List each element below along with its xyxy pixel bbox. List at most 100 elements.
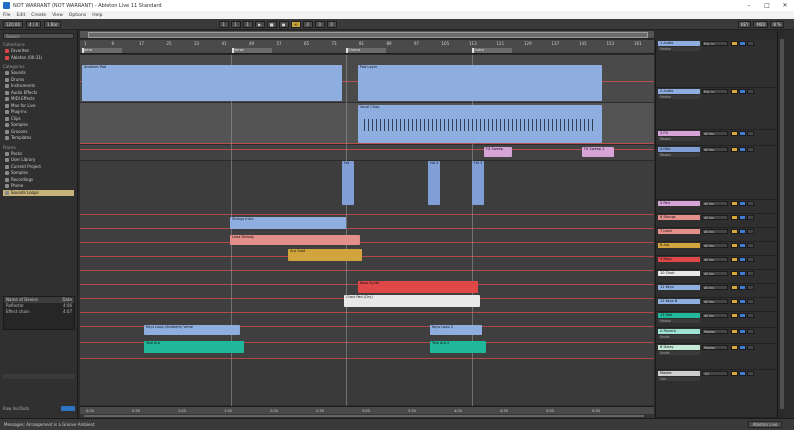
song-position-beat[interactable]: 1 bbox=[230, 20, 241, 28]
track-name[interactable]: 3 FX bbox=[658, 131, 700, 136]
track-lane[interactable] bbox=[80, 229, 654, 243]
track-name[interactable]: 12 Keys B bbox=[658, 299, 700, 304]
track-lane[interactable] bbox=[80, 257, 654, 271]
track-lane[interactable] bbox=[80, 243, 654, 257]
key-map-button[interactable]: KEY bbox=[737, 21, 752, 28]
track-name[interactable]: 7 Lead bbox=[658, 229, 700, 234]
status-right-button[interactable]: Ableton Live bbox=[748, 421, 782, 428]
arm-button[interactable] bbox=[747, 131, 754, 136]
preview-strip[interactable] bbox=[3, 374, 75, 379]
track-name[interactable]: 9 Bass bbox=[658, 257, 700, 262]
track-activator-button[interactable] bbox=[731, 41, 738, 46]
track-activator-button[interactable] bbox=[731, 147, 738, 152]
automation-line[interactable] bbox=[80, 149, 654, 150]
track-name[interactable]: B Delay bbox=[658, 345, 700, 350]
solo-button[interactable] bbox=[739, 257, 746, 262]
automation-line[interactable] bbox=[80, 270, 654, 271]
minimize-button[interactable]: – bbox=[740, 0, 758, 11]
locator-marker[interactable]: Intro bbox=[82, 48, 122, 53]
track-name[interactable]: 4 Hits bbox=[658, 147, 700, 152]
track-activator-button[interactable] bbox=[731, 313, 738, 318]
solo-button[interactable] bbox=[739, 41, 746, 46]
output-chooser[interactable]: Master bbox=[658, 47, 700, 51]
arm-button[interactable] bbox=[747, 271, 754, 276]
track-activator-button[interactable] bbox=[731, 89, 738, 94]
arrangement-clip[interactable]: Bass Synth bbox=[358, 281, 478, 293]
arrangement-clip[interactable]: Arp Gold bbox=[288, 249, 362, 261]
locator-marker[interactable]: Outro bbox=[472, 48, 512, 53]
track-activator-button[interactable] bbox=[731, 229, 738, 234]
automation-line[interactable] bbox=[80, 228, 654, 229]
arrangement-clip[interactable]: Lead Melody bbox=[230, 235, 360, 245]
track-activator-button[interactable] bbox=[731, 345, 738, 350]
solo-button[interactable] bbox=[739, 271, 746, 276]
menu-view[interactable]: View bbox=[52, 13, 63, 18]
preview-toggle[interactable] bbox=[61, 406, 75, 411]
time-ruler[interactable]: 0:00 0:30 1:00 1:30 2:00 2:30 3:00 3:30 4:00 4:30… bbox=[80, 406, 654, 414]
arrangement-overview[interactable] bbox=[80, 31, 654, 39]
input-chooser[interactable]: All Ins bbox=[702, 299, 728, 304]
solo-button[interactable] bbox=[739, 201, 746, 206]
track-activator-button[interactable] bbox=[731, 299, 738, 304]
collection-ableton[interactable]: Ableton (00:31) bbox=[5, 55, 77, 62]
input-chooser[interactable]: Ext. In bbox=[702, 89, 728, 94]
input-chooser[interactable]: All Ins bbox=[702, 285, 728, 290]
arm-button[interactable] bbox=[747, 41, 754, 46]
arm-button[interactable] bbox=[747, 229, 754, 234]
arrangement-clip[interactable]: Choir Pad (Dry) bbox=[344, 295, 480, 307]
locator-marker[interactable]: Chorus bbox=[346, 48, 386, 53]
solo-button[interactable] bbox=[739, 229, 746, 234]
arm-button[interactable] bbox=[747, 345, 754, 350]
track-activator-button[interactable] bbox=[731, 201, 738, 206]
track-lane[interactable] bbox=[80, 215, 654, 229]
midi-map-button[interactable]: MIDI bbox=[753, 21, 769, 28]
record-button[interactable]: ● bbox=[278, 20, 289, 28]
track-name[interactable]: 6 Strings bbox=[658, 215, 700, 220]
track-name[interactable]: 13 Teal bbox=[658, 313, 700, 318]
output-chooser[interactable]: Cue bbox=[658, 377, 700, 381]
solo-button[interactable] bbox=[739, 299, 746, 304]
loop-toggle[interactable]: ⟲ bbox=[290, 20, 301, 28]
automation-line[interactable] bbox=[80, 143, 654, 144]
output-chooser[interactable]: Sends bbox=[658, 351, 700, 355]
arrangement-clip[interactable]: Keys Loop (Ambient) Verse bbox=[144, 325, 240, 335]
metronome-button[interactable]: 1 Bar bbox=[43, 20, 61, 28]
output-chooser[interactable]: Master bbox=[658, 153, 700, 157]
automation-line[interactable] bbox=[80, 358, 654, 359]
input-chooser[interactable]: All Ins bbox=[702, 215, 728, 220]
arrangement-clip[interactable]: Ambient Pad bbox=[82, 65, 342, 101]
arm-button[interactable] bbox=[747, 89, 754, 94]
track-activator-button[interactable] bbox=[731, 371, 738, 376]
input-chooser[interactable]: 1/2 bbox=[702, 371, 728, 376]
file-row[interactable]: Effect chain 4:07 bbox=[4, 309, 74, 315]
track-name[interactable]: 10 Choir bbox=[658, 271, 700, 276]
track-lane[interactable] bbox=[80, 145, 654, 161]
track-activator-button[interactable] bbox=[731, 257, 738, 262]
arrangement-clip[interactable]: Teal Arp 2 bbox=[430, 341, 486, 353]
track-activator-button[interactable] bbox=[731, 271, 738, 276]
arrangement-clip[interactable]: Hit 3 bbox=[472, 161, 484, 205]
arrangement-clip[interactable]: FX Sweep 2 bbox=[582, 147, 614, 157]
track-activator-button[interactable] bbox=[731, 215, 738, 220]
arrangement-clip[interactable]: Hit 2 bbox=[428, 161, 440, 205]
track-lane[interactable] bbox=[80, 161, 654, 215]
arm-button[interactable] bbox=[747, 285, 754, 290]
input-chooser[interactable]: Master bbox=[702, 345, 728, 350]
solo-button[interactable] bbox=[739, 313, 746, 318]
arm-button[interactable] bbox=[747, 215, 754, 220]
input-chooser[interactable]: All Ins bbox=[702, 271, 728, 276]
tempo-field[interactable]: 120.00 bbox=[3, 20, 23, 28]
track-name[interactable]: 5 Pad bbox=[658, 201, 700, 206]
solo-button[interactable] bbox=[739, 371, 746, 376]
arm-button[interactable] bbox=[747, 257, 754, 262]
solo-button[interactable] bbox=[739, 243, 746, 248]
track-name[interactable]: 1 Audio bbox=[658, 41, 700, 46]
arm-button[interactable] bbox=[747, 299, 754, 304]
output-chooser[interactable]: Sends bbox=[658, 335, 700, 339]
time-signature-field[interactable]: 4 / 4 bbox=[26, 20, 41, 28]
arm-button[interactable] bbox=[747, 371, 754, 376]
arrangement-clip[interactable]: Hit bbox=[342, 161, 354, 205]
track-activator-button[interactable] bbox=[731, 131, 738, 136]
arrangement-clip[interactable]: Pad Layer bbox=[358, 65, 602, 101]
output-chooser[interactable]: Master bbox=[658, 319, 700, 323]
